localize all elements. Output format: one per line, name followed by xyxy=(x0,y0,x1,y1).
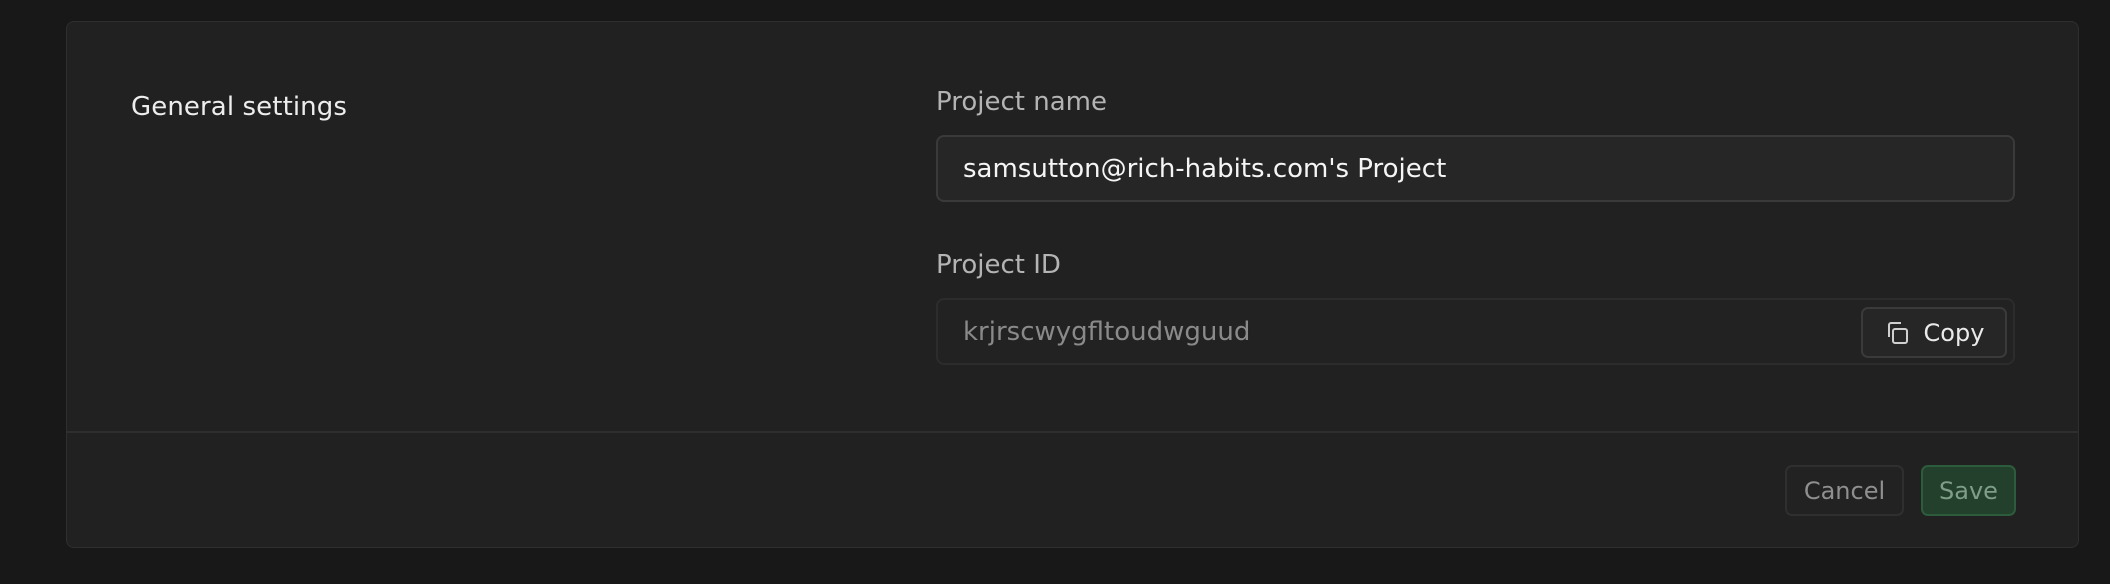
general-settings-card: General settings Project name samsutton@… xyxy=(66,21,2079,548)
copy-button[interactable]: Copy xyxy=(1861,307,2007,358)
project-id-label: Project ID xyxy=(936,250,1061,280)
save-button[interactable]: Save xyxy=(1921,465,2016,516)
project-id-input: krjrscwygfltoudwguud Copy xyxy=(936,298,2015,365)
cancel-button-label: Cancel xyxy=(1803,476,1886,505)
footer-divider xyxy=(67,431,2078,433)
project-id-value: krjrscwygfltoudwguud xyxy=(963,316,1251,347)
copy-icon xyxy=(1884,320,1910,346)
project-name-label: Project name xyxy=(936,87,1107,117)
section-title: General settings xyxy=(131,92,348,122)
save-button-label: Save xyxy=(1939,476,1998,505)
copy-button-label: Copy xyxy=(1923,318,1985,347)
cancel-button[interactable]: Cancel xyxy=(1785,465,1904,516)
project-name-value: samsutton@rich-habits.com's Project xyxy=(963,153,1447,184)
project-name-input[interactable]: samsutton@rich-habits.com's Project xyxy=(936,135,2015,202)
